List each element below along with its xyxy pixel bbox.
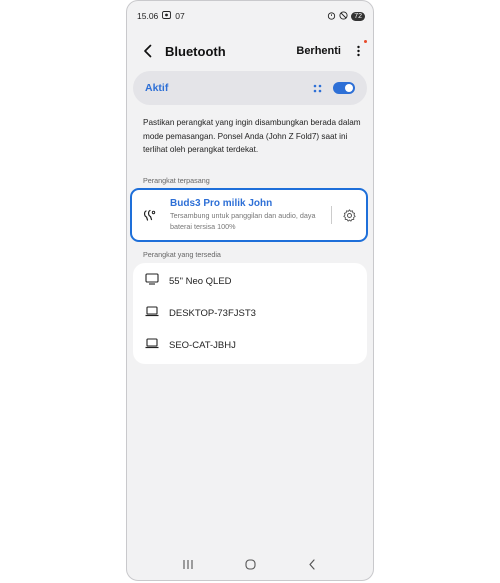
phone-screen: 15.06 07 72 Bluetooth Berhenti Aktif Pas… bbox=[126, 0, 374, 581]
stop-scan-button[interactable]: Berhenti bbox=[296, 45, 341, 57]
divider bbox=[331, 206, 332, 224]
available-section-label: Perangkat yang tersedia bbox=[143, 250, 221, 259]
recent-apps-button[interactable] bbox=[180, 556, 196, 572]
toggle-label: Aktif bbox=[145, 82, 169, 94]
app-header: Bluetooth Berhenti bbox=[139, 40, 367, 61]
status-extra: 07 bbox=[175, 11, 185, 21]
paired-device-name: Buds3 Pro milik John bbox=[170, 198, 273, 209]
battery-badge: 72 bbox=[351, 11, 365, 21]
available-device-item[interactable]: DESKTOP-73FJST3 bbox=[133, 297, 367, 329]
home-button[interactable] bbox=[242, 556, 258, 572]
device-name: 55" Neo QLED bbox=[169, 275, 232, 287]
bluetooth-switch[interactable] bbox=[333, 82, 355, 94]
screenshot-icon bbox=[162, 11, 172, 21]
device-name: SEO-CAT-JBHJ bbox=[169, 339, 236, 351]
back-nav-icon bbox=[309, 558, 315, 570]
alarm-icon bbox=[327, 11, 336, 22]
more-vertical-icon bbox=[356, 45, 360, 57]
back-arrow-icon bbox=[143, 44, 151, 58]
pairing-description: Pastikan perangkat yang ingin disambungk… bbox=[143, 118, 361, 154]
status-time: 15.06 bbox=[137, 11, 159, 21]
navigation-bar bbox=[127, 556, 373, 572]
tv-icon bbox=[145, 272, 159, 290]
status-bar: 15.06 07 72 bbox=[137, 9, 365, 23]
paired-device-item[interactable]: Buds3 Pro milik John Tersambung untuk pa… bbox=[130, 188, 368, 242]
paired-device-status: Tersambung untuk panggilan dan audio, da… bbox=[170, 211, 316, 231]
notification-dot bbox=[364, 40, 367, 43]
available-device-item[interactable]: 55" Neo QLED bbox=[133, 265, 367, 297]
device-settings-button[interactable] bbox=[342, 208, 356, 222]
earbuds-icon bbox=[142, 207, 158, 223]
recent-apps-icon bbox=[183, 559, 193, 569]
do-not-disturb-icon bbox=[339, 10, 348, 22]
gear-icon bbox=[342, 208, 356, 222]
page-title: Bluetooth bbox=[165, 43, 226, 59]
scan-dots-icon[interactable] bbox=[313, 83, 323, 93]
device-name: DESKTOP-73FJST3 bbox=[169, 307, 256, 319]
laptop-icon bbox=[145, 336, 159, 354]
switch-knob bbox=[345, 84, 353, 92]
laptop-icon bbox=[145, 304, 159, 322]
available-device-item[interactable]: SEO-CAT-JBHJ bbox=[133, 329, 367, 361]
home-icon bbox=[244, 558, 256, 570]
back-button[interactable] bbox=[139, 41, 155, 61]
more-options-button[interactable] bbox=[353, 40, 367, 60]
back-nav-button[interactable] bbox=[304, 556, 320, 572]
bluetooth-toggle-card[interactable]: Aktif bbox=[133, 71, 367, 105]
paired-section-label: Perangkat terpasang bbox=[143, 176, 210, 185]
available-devices-list: 55" Neo QLED DESKTOP-73FJST3 SEO-CAT-JBH… bbox=[133, 263, 367, 364]
